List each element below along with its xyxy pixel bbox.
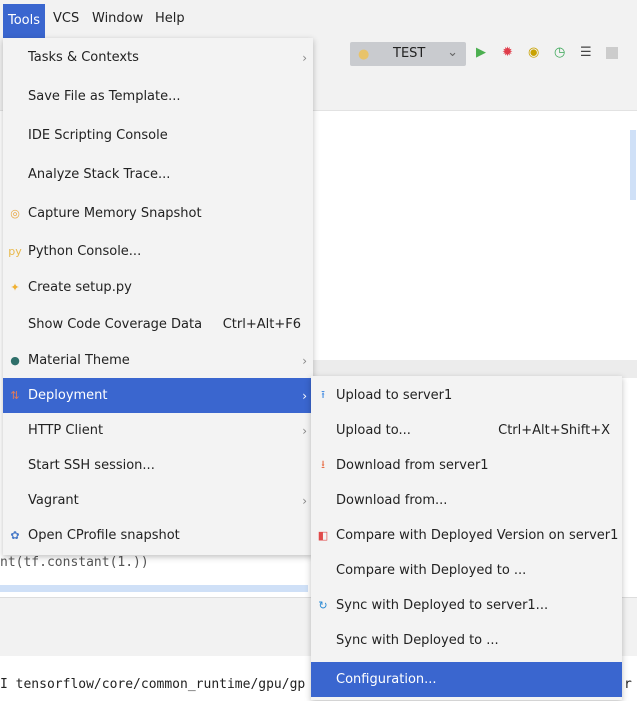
- tools-item-tasks-contexts[interactable]: Tasks & Contexts ›: [3, 38, 313, 77]
- deployment-item-upload-to-server1[interactable]: ⭱ Upload to server1: [311, 378, 622, 413]
- menu-item-label: Compare with Deployed to ...: [336, 563, 527, 578]
- tools-item-ide-scripting-console[interactable]: IDE Scripting Console: [3, 116, 313, 155]
- tools-item-vagrant[interactable]: Vagrant ›: [3, 483, 313, 518]
- python-icon: ✦: [10, 281, 20, 294]
- deployment-item-compare-with-deployed-version-on-server1[interactable]: ◧ Compare with Deployed Version on server…: [311, 518, 622, 553]
- menu-item-label: Capture Memory Snapshot: [28, 206, 202, 221]
- menu-bar: Tools VCS Window Help: [0, 0, 637, 38]
- menu-item-label: Upload to server1: [336, 388, 453, 403]
- menu-vcs[interactable]: VCS: [48, 8, 84, 30]
- tools-item-save-file-as-template[interactable]: Save File as Template...: [3, 77, 313, 116]
- console-line-end: r: [624, 677, 632, 692]
- menu-item-label: Vagrant: [28, 493, 79, 508]
- menu-item-label: HTTP Client: [28, 423, 104, 438]
- console-line: I tensorflow/core/common_runtime/gpu/gp: [0, 677, 306, 692]
- deployment-item-sync-with-deployed-to-server1[interactable]: ↻ Sync with Deployed to server1...: [311, 588, 622, 623]
- chevron-right-icon: ›: [302, 493, 307, 508]
- compare-icon: ◧: [317, 529, 329, 542]
- sync-icon: ↻: [318, 599, 328, 612]
- download-icon: ⭳: [321, 458, 325, 471]
- tools-menu: Tasks & Contexts › Save File as Template..…: [3, 38, 313, 555]
- tools-item-start-ssh-session[interactable]: Start SSH session...: [3, 448, 313, 483]
- tools-item-capture-memory-snapshot[interactable]: ◎ Capture Memory Snapshot: [3, 194, 313, 233]
- horizontal-scrollbar[interactable]: [0, 585, 308, 592]
- menu-item-label: Download from server1: [336, 458, 489, 473]
- menu-item-label: Analyze Stack Trace...: [28, 167, 171, 182]
- tools-item-http-client[interactable]: HTTP Client ›: [3, 413, 313, 448]
- editor-scrollbar[interactable]: [630, 130, 636, 200]
- chevron-right-icon: ›: [302, 388, 307, 403]
- menu-item-label: Download from...: [336, 493, 448, 508]
- deployment-item-download-from-server1[interactable]: ⭳ Download from server1: [311, 448, 622, 483]
- tools-item-analyze-stack-trace[interactable]: Analyze Stack Trace...: [3, 155, 313, 194]
- profile-icon[interactable]: ◷: [554, 45, 565, 60]
- menu-item-label: Python Console...: [28, 244, 142, 259]
- menu-item-label: Configuration...: [336, 672, 437, 687]
- stop-icon[interactable]: [606, 47, 618, 59]
- menu-help[interactable]: Help: [150, 8, 190, 30]
- menu-item-label: Upload to...: [336, 423, 411, 438]
- run-icon[interactable]: ▶: [476, 45, 486, 60]
- menu-item-label: Sync with Deployed to ...: [336, 633, 499, 648]
- chevron-right-icon: ›: [302, 50, 307, 65]
- debug-icon[interactable]: ✹: [502, 45, 513, 60]
- chevron-right-icon: ›: [302, 353, 307, 368]
- menu-item-label: IDE Scripting Console: [28, 128, 168, 143]
- menu-item-label: Start SSH session...: [28, 458, 155, 473]
- chevron-down-icon: ⌄: [447, 45, 458, 60]
- deployment-item-compare-with-deployed-to[interactable]: Compare with Deployed to ...: [311, 553, 622, 588]
- deployment-item-configuration[interactable]: Configuration...: [311, 662, 622, 697]
- shortcut-label: Ctrl+Alt+F6: [222, 316, 301, 332]
- menu-item-label: Sync with Deployed to server1...: [336, 598, 549, 613]
- config-icon: ●: [358, 47, 370, 62]
- coverage-icon[interactable]: ◉: [528, 45, 539, 60]
- tools-item-create-setup-py[interactable]: ✦ Create setup.py: [3, 270, 313, 305]
- tools-item-show-code-coverage-data[interactable]: Show Code Coverage Data Ctrl+Alt+F6: [3, 305, 313, 343]
- tools-item-python-console[interactable]: py Python Console...: [3, 233, 313, 270]
- python-console-icon: py: [8, 245, 22, 258]
- material-theme-icon: ●: [10, 354, 20, 367]
- menu-window[interactable]: Window: [87, 8, 148, 30]
- tools-item-material-theme[interactable]: ● Material Theme ›: [3, 343, 313, 378]
- deployment-submenu: ⭱ Upload to server1 Upload to... Ctrl+Alt+S…: [311, 376, 622, 700]
- code-line: nt(tf.constant(1.)): [0, 555, 149, 570]
- tools-item-deployment[interactable]: ⇅ Deployment ›: [3, 378, 313, 413]
- run-config-select[interactable]: ● TEST ⌄: [350, 42, 466, 66]
- menu-item-label: Save File as Template...: [28, 89, 181, 104]
- menu-item-label: Tasks & Contexts: [28, 50, 139, 65]
- menu-item-label: Deployment: [28, 388, 108, 403]
- menu-item-label: Open CProfile snapshot: [28, 528, 180, 543]
- tools-item-open-cprofile-snapshot[interactable]: ✿ Open CProfile snapshot: [3, 518, 313, 553]
- memory-icon: ◎: [10, 207, 20, 220]
- chevron-right-icon: ›: [302, 423, 307, 438]
- menu-item-label: Show Code Coverage Data: [28, 316, 203, 332]
- cprofile-icon: ✿: [10, 529, 20, 542]
- upload-icon: ⭱: [321, 388, 325, 401]
- shortcut-label: Ctrl+Alt+Shift+X: [498, 423, 610, 438]
- deployment-item-sync-with-deployed-to[interactable]: Sync with Deployed to ...: [311, 623, 622, 658]
- menu-tools[interactable]: Tools: [3, 4, 46, 38]
- menu-item-label: Material Theme: [28, 353, 130, 368]
- run-config-label: TEST: [393, 46, 426, 61]
- menu-item-label: Create setup.py: [28, 280, 132, 295]
- menu-item-label: Compare with Deployed Version on server1: [336, 528, 619, 543]
- deployment-icon: ⇅: [10, 389, 20, 402]
- run-list-icon[interactable]: ☰: [580, 45, 592, 60]
- deployment-item-upload-to[interactable]: Upload to... Ctrl+Alt+Shift+X: [311, 413, 622, 448]
- deployment-item-download-from[interactable]: Download from...: [311, 483, 622, 518]
